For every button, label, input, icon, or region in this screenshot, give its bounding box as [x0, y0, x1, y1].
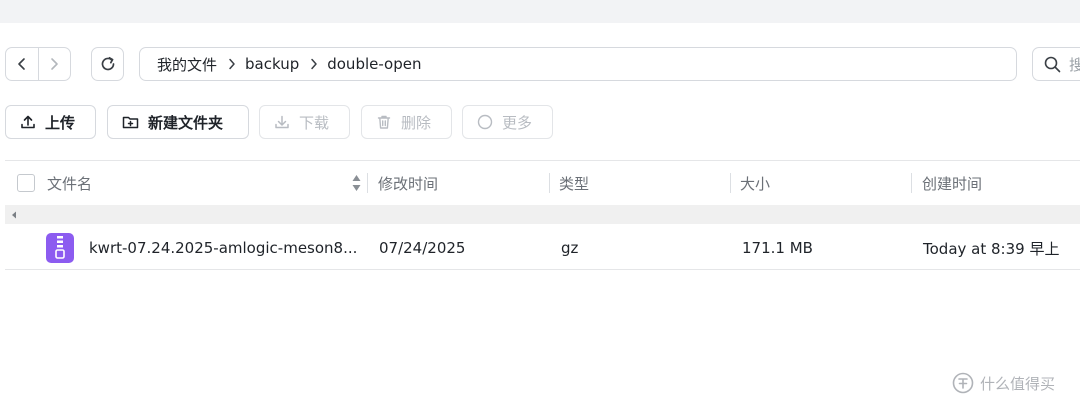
chevron-right-icon [228, 58, 236, 70]
trash-icon [377, 115, 391, 129]
watermark-logo-icon [952, 372, 974, 394]
file-type: gz [561, 239, 579, 257]
horizontal-scrollbar[interactable] [5, 205, 1080, 224]
chevron-left-icon [17, 58, 25, 70]
file-modified: 07/24/2025 [379, 239, 466, 257]
column-divider[interactable] [730, 173, 731, 193]
column-header-created[interactable]: 创建时间 [922, 161, 982, 205]
column-header-name[interactable]: 文件名 [47, 161, 92, 205]
new-folder-label: 新建文件夹 [148, 113, 224, 132]
search-input[interactable]: 搜 [1032, 47, 1080, 81]
table-header: 文件名 修改时间 类型 大小 创建时间 [5, 160, 1080, 205]
download-icon [275, 115, 289, 129]
archive-file-icon [46, 233, 74, 263]
top-strip [0, 0, 1080, 23]
new-folder-button[interactable]: 新建文件夹 [107, 105, 249, 139]
search-icon [1044, 56, 1061, 72]
upload-button[interactable]: 上传 [5, 105, 96, 139]
refresh-icon [101, 56, 114, 71]
forward-button[interactable] [37, 48, 71, 80]
upload-icon [21, 115, 35, 129]
column-divider[interactable] [367, 173, 368, 193]
watermark: 什么值得买 [952, 372, 1055, 394]
scroll-left-arrow-icon[interactable] [11, 211, 17, 219]
delete-button[interactable]: 删除 [361, 105, 452, 139]
file-created: Today at 8:39 早上 [923, 239, 1060, 258]
more-button[interactable]: 更多 [462, 105, 553, 139]
watermark-text: 什么值得买 [980, 374, 1056, 393]
chevron-right-icon [310, 58, 318, 70]
search-placeholder: 搜 [1069, 55, 1080, 74]
sort-icon[interactable] [351, 173, 362, 193]
column-header-type[interactable]: 类型 [559, 161, 589, 205]
file-size: 171.1 MB [742, 239, 813, 257]
select-all-checkbox[interactable] [17, 174, 35, 192]
upload-label: 上传 [45, 113, 76, 132]
new-folder-icon [122, 116, 139, 129]
breadcrumb-item-my-files[interactable]: 我的文件 [157, 54, 217, 75]
breadcrumb-item-backup[interactable]: backup [245, 55, 299, 73]
download-label: 下载 [299, 113, 330, 132]
table-row[interactable]: kwrt-07.24.2025-amlogic-meson8... 07/24/… [5, 226, 1080, 270]
delete-label: 删除 [401, 113, 432, 132]
refresh-button[interactable] [91, 47, 124, 81]
breadcrumb: 我的文件 backup double-open [139, 47, 1017, 81]
more-label: 更多 [502, 113, 533, 132]
breadcrumb-item-double-open[interactable]: double-open [327, 55, 421, 73]
back-button[interactable] [6, 48, 38, 80]
download-button[interactable]: 下载 [259, 105, 350, 139]
more-icon [477, 114, 493, 130]
chevron-right-icon [51, 58, 59, 70]
column-header-modified[interactable]: 修改时间 [378, 161, 438, 205]
file-name[interactable]: kwrt-07.24.2025-amlogic-meson8... [89, 226, 357, 270]
history-nav [5, 47, 71, 81]
column-divider[interactable] [911, 173, 912, 193]
column-divider[interactable] [549, 173, 550, 193]
column-header-size[interactable]: 大小 [740, 161, 770, 205]
